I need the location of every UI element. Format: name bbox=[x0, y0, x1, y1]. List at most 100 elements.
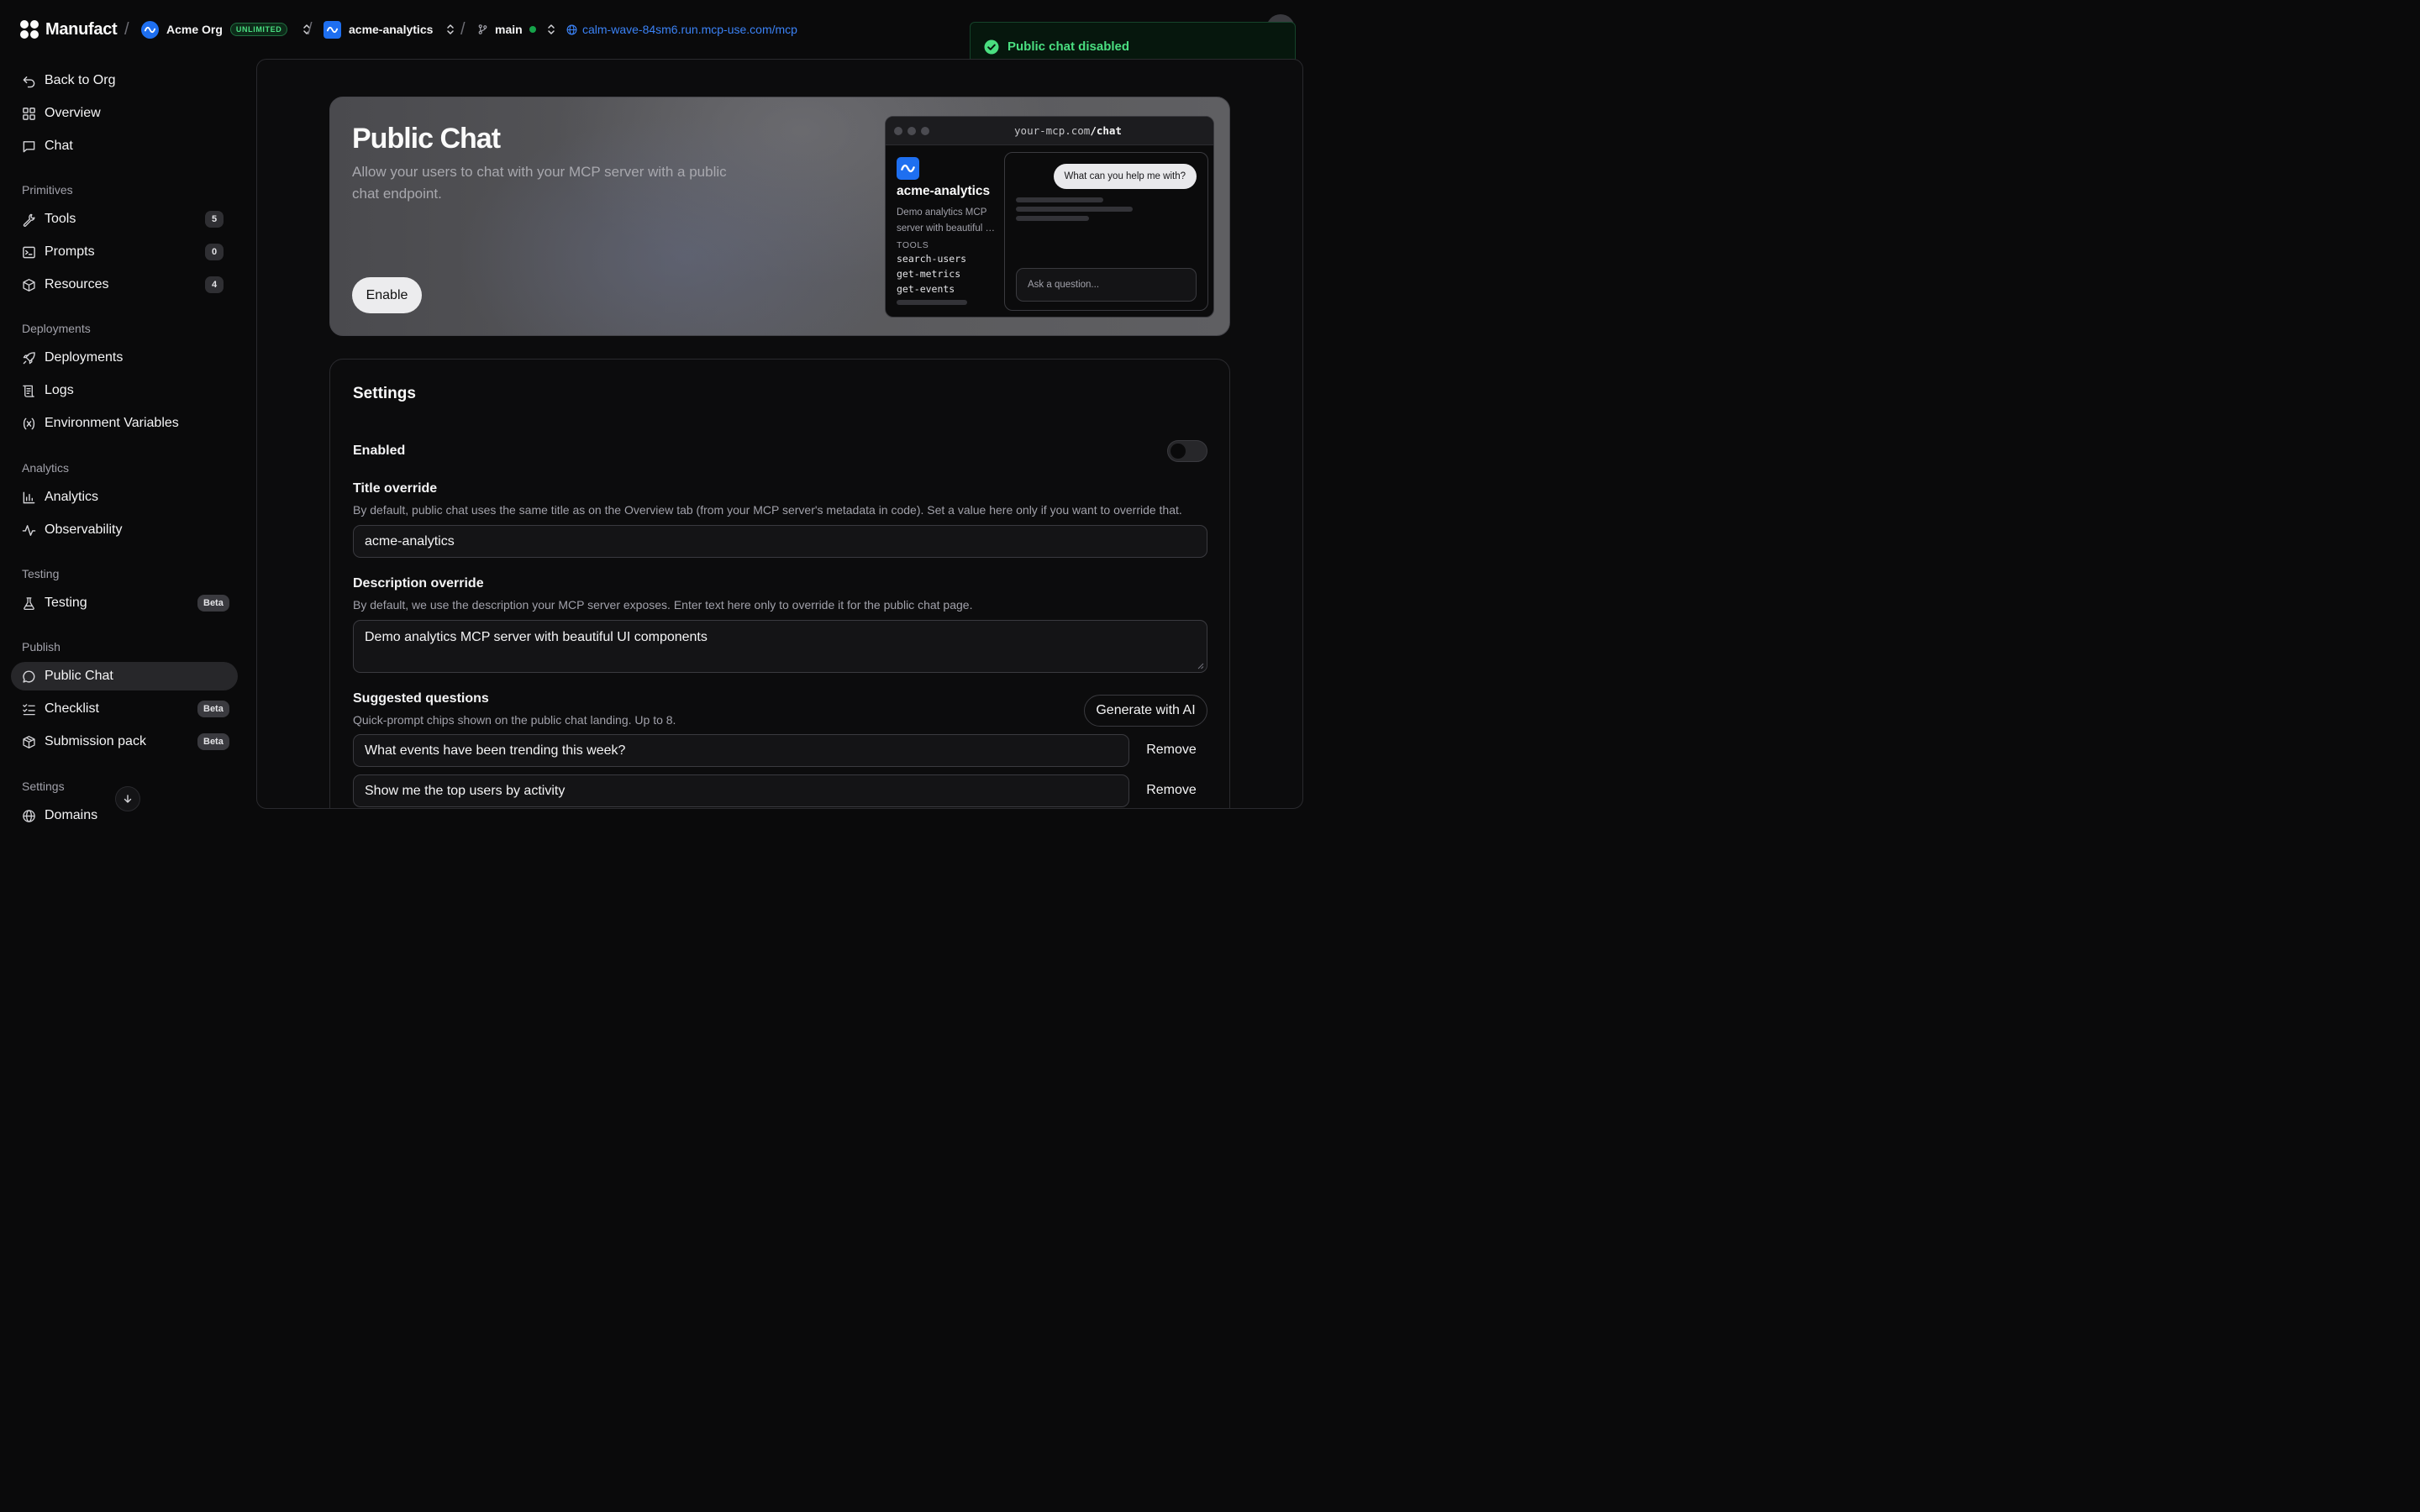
sidebar-item-label: Logs bbox=[45, 383, 74, 397]
arrow-down-icon bbox=[124, 795, 132, 803]
wave-logo-icon bbox=[326, 26, 339, 33]
preview-skeleton-line bbox=[1016, 197, 1103, 202]
preview-server-logo bbox=[897, 157, 919, 180]
wrench-icon bbox=[23, 213, 35, 227]
preview-server-description-cont: server with beautiful UI components bbox=[897, 223, 999, 234]
remove-question-button[interactable]: Remove bbox=[1137, 734, 1206, 766]
enable-button[interactable]: Enable bbox=[352, 277, 422, 313]
page-description: Allow your users to chat with your MCP s… bbox=[352, 164, 727, 202]
title-override-input[interactable]: acme-analytics bbox=[353, 525, 1207, 558]
sidebar-section-primitives: Primitives bbox=[22, 183, 73, 197]
wave-logo-icon bbox=[901, 164, 915, 173]
sidebar-item-submission-pack[interactable]: Submission pack Beta bbox=[11, 727, 238, 756]
brand-name: Manufact bbox=[45, 19, 118, 39]
sidebar-item-logs[interactable]: Logs bbox=[11, 376, 238, 405]
sidebar-item-label: Testing bbox=[45, 596, 87, 610]
grid-icon bbox=[23, 107, 35, 120]
description-override-value: Demo analytics MCP server with beautiful… bbox=[365, 630, 708, 644]
branch-name: main bbox=[495, 23, 523, 36]
enabled-toggle[interactable] bbox=[1167, 440, 1207, 462]
sidebar-item-label: Observability bbox=[45, 522, 123, 537]
chevron-up-down-icon bbox=[547, 24, 555, 34]
checklist-icon bbox=[23, 703, 35, 715]
sidebar-item-back-to-org[interactable]: Back to Org bbox=[11, 66, 238, 95]
scroll-icon bbox=[23, 385, 34, 397]
preview-chat-bubble: What can you help me with? bbox=[1053, 164, 1197, 189]
prompts-count-badge: 0 bbox=[205, 244, 224, 260]
sidebar-item-testing[interactable]: Testing Beta bbox=[11, 589, 238, 617]
sidebar-item-prompts[interactable]: Prompts 0 bbox=[11, 238, 238, 266]
branch-switcher[interactable]: main bbox=[477, 18, 556, 40]
preview-skeleton-line bbox=[1016, 207, 1133, 212]
resources-count-badge: 4 bbox=[205, 276, 224, 293]
resize-grip-icon[interactable] bbox=[1197, 662, 1204, 669]
rocket-icon bbox=[23, 351, 35, 364]
project-switcher[interactable]: acme-analytics bbox=[324, 18, 455, 40]
terminal-icon bbox=[23, 246, 35, 258]
server-url-link[interactable]: calm-wave-84sm6.run.mcp-use.com/mcp bbox=[566, 18, 797, 40]
sidebar-item-label: Checklist bbox=[45, 701, 99, 716]
preview-tool-item: get-events bbox=[897, 283, 955, 295]
breadcrumb-separator: / bbox=[124, 19, 129, 39]
git-branch-icon bbox=[478, 24, 487, 34]
suggested-questions-help: Quick-prompt chips shown on the public c… bbox=[353, 713, 676, 727]
project-avatar bbox=[324, 20, 341, 39]
sidebar-item-resources[interactable]: Resources 4 bbox=[11, 270, 238, 299]
title-override-help: By default, public chat uses the same ti… bbox=[353, 503, 1182, 517]
sidebar-item-environment-variables[interactable]: Environment Variables bbox=[11, 409, 238, 438]
manufact-logo-icon bbox=[20, 20, 39, 39]
suggested-question-input[interactable]: What events have been trending this week… bbox=[353, 734, 1129, 767]
brand-logo[interactable]: Manufact bbox=[19, 18, 118, 40]
preview-url: your-mcp.com/chat bbox=[886, 124, 1213, 137]
generate-with-ai-button[interactable]: Generate with AI bbox=[1084, 695, 1207, 727]
org-avatar bbox=[141, 20, 159, 39]
globe-icon bbox=[23, 809, 35, 822]
suggested-question-input[interactable]: Show me the top users by activity bbox=[353, 774, 1129, 807]
sidebar-item-analytics[interactable]: Analytics bbox=[11, 483, 238, 512]
sidebar-section-publish: Publish bbox=[22, 640, 60, 654]
sidebar-item-label: Analytics bbox=[45, 490, 99, 504]
sidebar-item-overview[interactable]: Overview bbox=[11, 99, 238, 128]
deploy-status-dot bbox=[529, 26, 536, 33]
sidebar-item-deployments[interactable]: Deployments bbox=[11, 344, 238, 372]
chevron-up-down-icon bbox=[447, 24, 455, 34]
project-name: acme-analytics bbox=[349, 23, 434, 36]
remove-question-button[interactable]: Remove bbox=[1137, 774, 1206, 806]
box-icon bbox=[23, 278, 35, 291]
sidebar-item-public-chat[interactable]: Public Chat bbox=[11, 662, 238, 690]
preview-skeleton-line bbox=[897, 300, 967, 305]
sidebar-item-chat[interactable]: Chat bbox=[11, 132, 238, 160]
breadcrumb-separator: / bbox=[308, 19, 313, 39]
sidebar-item-observability[interactable]: Observability bbox=[11, 516, 238, 544]
scroll-down-button[interactable] bbox=[115, 786, 140, 811]
sidebar-item-tools[interactable]: Tools 5 bbox=[11, 205, 238, 234]
toggle-knob bbox=[1171, 444, 1186, 459]
suggested-questions-label: Suggested questions bbox=[353, 691, 489, 706]
variable-icon bbox=[23, 417, 35, 429]
sidebar-item-label: Tools bbox=[45, 212, 76, 226]
preview-browser-bar: your-mcp.com/chat bbox=[886, 117, 1213, 145]
globe-icon bbox=[566, 24, 577, 34]
plan-badge: UNLIMITED bbox=[229, 23, 288, 36]
beta-badge: Beta bbox=[197, 733, 229, 750]
sidebar-item-label: Resources bbox=[45, 277, 109, 291]
description-override-textarea[interactable]: Demo analytics MCP server with beautiful… bbox=[353, 620, 1207, 673]
page-title: Public Chat bbox=[352, 123, 501, 155]
sidebar-section-analytics: Analytics bbox=[22, 461, 70, 475]
preview-tool-item: get-metrics bbox=[897, 268, 961, 280]
org-switcher[interactable]: Acme Org UNLIMITED bbox=[141, 18, 312, 40]
enabled-label: Enabled bbox=[353, 444, 406, 458]
beta-badge: Beta bbox=[197, 595, 229, 612]
breadcrumb-separator: / bbox=[460, 19, 466, 39]
sidebar-item-label: Public Chat bbox=[45, 669, 113, 683]
wave-logo-icon bbox=[144, 26, 156, 33]
sidebar-item-checklist[interactable]: Checklist Beta bbox=[11, 695, 238, 723]
sidebar-section-deployments: Deployments bbox=[22, 322, 91, 335]
sidebar-item-label: Environment Variables bbox=[45, 416, 179, 430]
preview-chat-panel: What can you help me with? Ask a questio… bbox=[1004, 152, 1208, 311]
check-circle-icon bbox=[984, 39, 999, 54]
tools-count-badge: 5 bbox=[205, 211, 224, 228]
chat-preview-window: your-mcp.com/chat acme-analytics Demo an… bbox=[885, 116, 1214, 318]
bar-chart-icon bbox=[23, 491, 35, 503]
package-icon bbox=[23, 735, 35, 748]
